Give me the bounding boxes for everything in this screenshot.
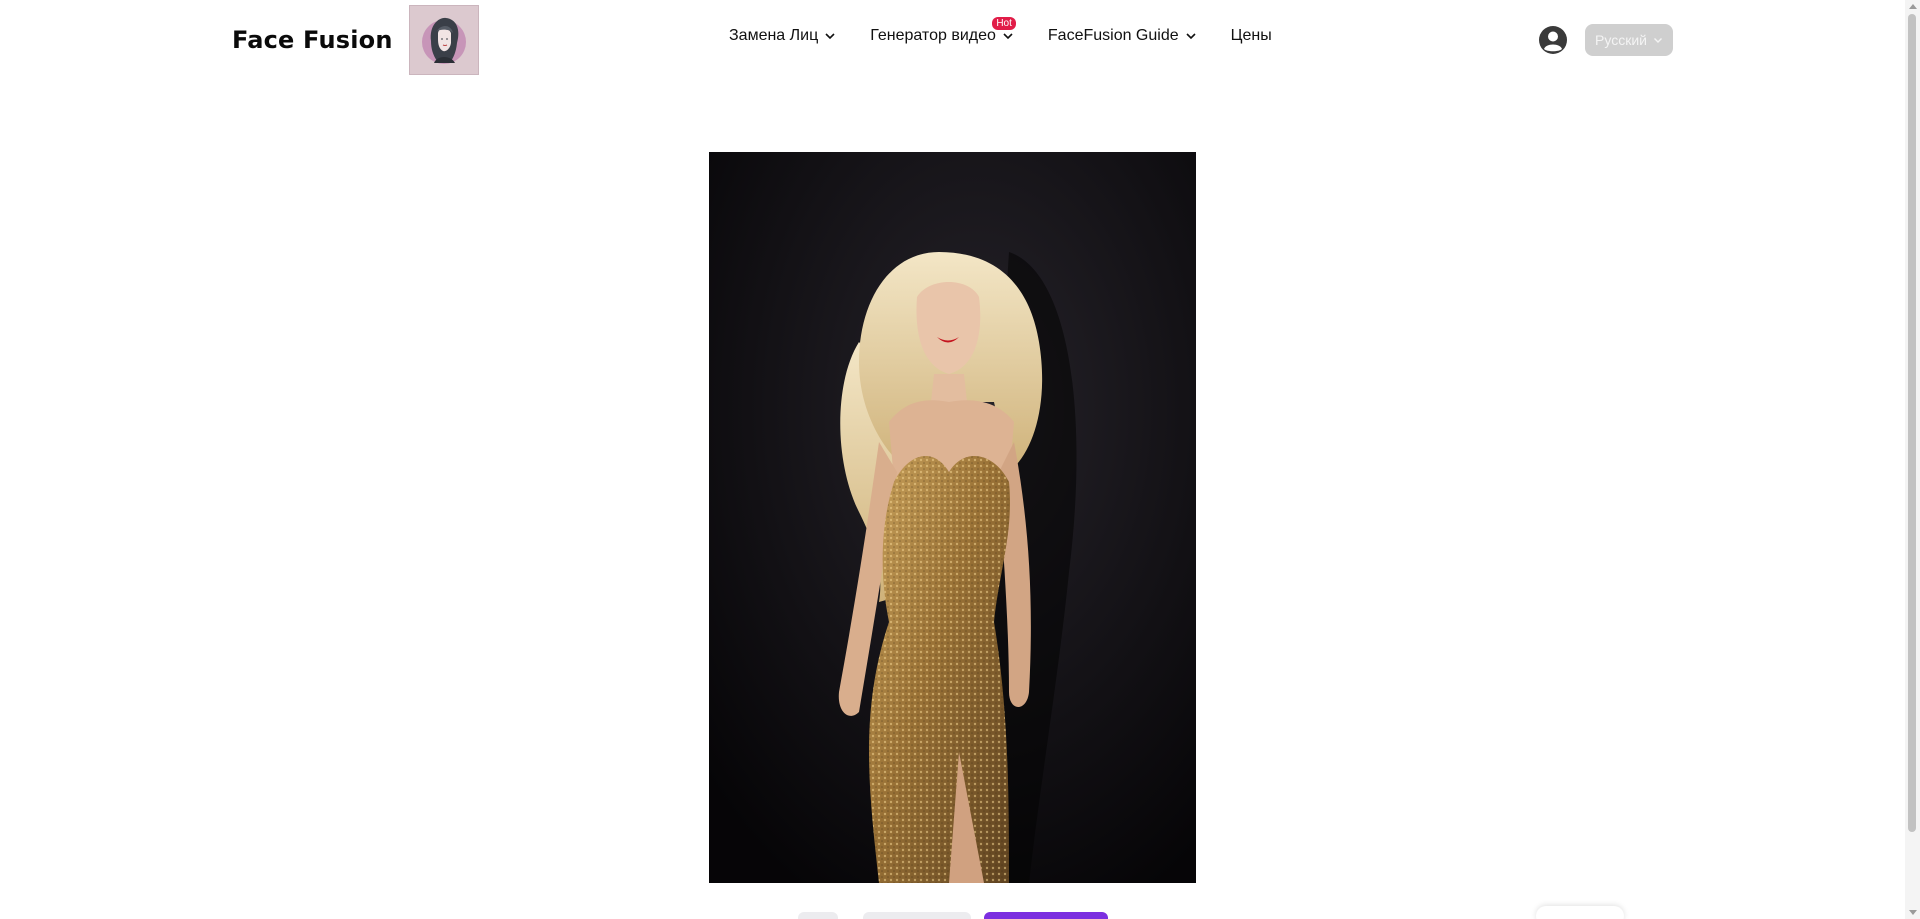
hot-badge: Hot xyxy=(992,17,1016,30)
scroll-thumb[interactable] xyxy=(1908,14,1916,832)
nav-facefusion-guide[interactable]: FaceFusion Guide xyxy=(1048,27,1197,45)
chevron-down-icon xyxy=(1003,33,1013,40)
action-buttons xyxy=(0,912,1920,919)
scroll-up-arrow-icon[interactable] xyxy=(1909,4,1917,9)
brand-logo[interactable] xyxy=(408,5,479,75)
nav-pricing[interactable]: Цены xyxy=(1231,27,1272,45)
nav-video-generator-label: Генератор видео xyxy=(870,27,996,44)
woman-gold-dress-image xyxy=(709,152,1196,883)
nav-face-swap-label: Замена Лиц xyxy=(729,27,819,44)
brand-title[interactable]: Face Fusion xyxy=(232,26,393,54)
nav-pricing-label: Цены xyxy=(1230,27,1272,44)
chevron-down-icon xyxy=(1186,33,1196,40)
nav-video-generator[interactable]: Генератор видео Hot xyxy=(870,17,1016,45)
main-nav: Замена Лиц Генератор видео Hot FaceFusio… xyxy=(729,17,1272,45)
action-button-small[interactable] xyxy=(798,912,838,919)
nav-facefusion-guide-label: FaceFusion Guide xyxy=(1047,27,1179,44)
language-select[interactable]: Русский xyxy=(1585,24,1673,56)
page-scrollbar[interactable] xyxy=(1905,0,1920,919)
action-button-primary[interactable] xyxy=(984,912,1108,919)
chevron-down-icon xyxy=(825,33,835,40)
user-circle-icon[interactable] xyxy=(1538,25,1568,55)
nav-face-swap[interactable]: Замена Лиц xyxy=(729,27,836,45)
woman-portrait-logo-icon xyxy=(421,17,466,64)
site-header: Face Fusion Замена Лиц Генератор видео H… xyxy=(0,0,1905,80)
action-button-secondary[interactable] xyxy=(863,912,971,919)
brand[interactable]: Face Fusion xyxy=(232,5,479,75)
chevron-down-icon xyxy=(1653,38,1662,43)
scroll-down-arrow-icon[interactable] xyxy=(1909,910,1917,915)
language-label: Русский xyxy=(1595,32,1647,48)
result-image xyxy=(709,152,1196,883)
floating-widget[interactable] xyxy=(1536,906,1624,919)
